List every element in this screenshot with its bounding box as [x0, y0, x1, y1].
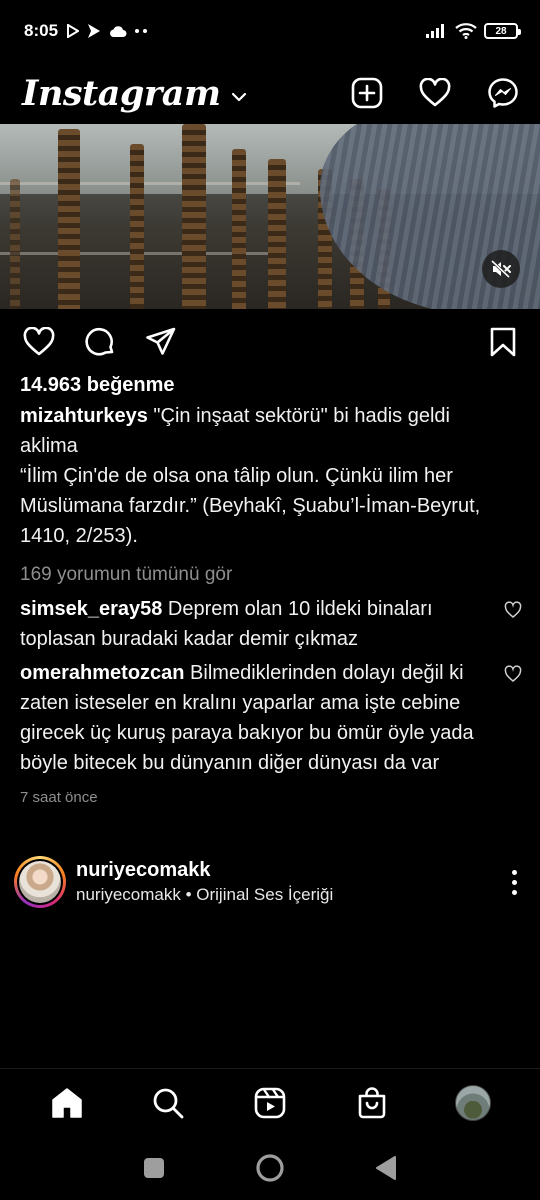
shop-icon [358, 1086, 385, 1118]
home-system-button[interactable] [250, 1148, 290, 1188]
share-icon [146, 327, 176, 355]
post-timestamp: 7 saat önce [20, 789, 98, 806]
view-all-comments-link[interactable]: 169 yorumun tümünü gör [20, 560, 510, 590]
comment-username[interactable]: omerahmetozcan [20, 662, 185, 684]
share-button[interactable] [144, 325, 178, 359]
status-time: 8:05 [24, 21, 59, 40]
caption-username[interactable]: mizahturkeys [20, 405, 148, 427]
comment-icon [85, 327, 114, 356]
heart-outline-icon [23, 327, 55, 356]
next-post-audio[interactable]: nuriyecomakk • Orijinal Ses İçeriği [76, 883, 333, 907]
home-icon [52, 1087, 82, 1118]
comment-username[interactable]: simsek_eray58 [20, 598, 162, 620]
battery-icon: 28 [484, 23, 521, 39]
nav-profile[interactable] [451, 1081, 495, 1125]
comment-like-icon[interactable] [504, 601, 522, 619]
search-icon [153, 1088, 184, 1118]
cloud-icon [110, 25, 127, 37]
video-rebar [232, 149, 246, 309]
more-options-button[interactable] [502, 864, 526, 900]
comment: omerahmetozcan Bilmediklerinden dolayı d… [20, 658, 522, 778]
video-rebar [182, 124, 206, 309]
more-dot [511, 879, 517, 885]
back-button[interactable] [366, 1148, 406, 1188]
nav-search[interactable] [146, 1081, 190, 1125]
profile-avatar [455, 1084, 492, 1121]
messenger-icon [488, 78, 518, 108]
status-right-icons: 28 [426, 23, 521, 39]
post-caption: mizahturkeys "Çin inşaat sektörü" bi had… [20, 401, 510, 551]
next-post-username[interactable]: nuriyecomakk [76, 857, 333, 883]
comment-button[interactable] [83, 325, 117, 359]
like-button[interactable] [22, 325, 56, 359]
muted-speaker-icon [491, 260, 511, 278]
header-actions [350, 76, 520, 110]
new-post-icon [351, 77, 383, 109]
bookmark-icon [490, 327, 516, 357]
story-avatar[interactable] [14, 856, 66, 908]
avatar [19, 861, 61, 903]
play-icon [67, 24, 80, 38]
video-rebar [130, 144, 144, 309]
video-rebar [58, 129, 80, 309]
more-dot [511, 889, 517, 895]
post-details: 14.963 beğenme mizahturkeys "Çin inşaat … [20, 370, 522, 808]
likes-count[interactable]: 14.963 beğenme [20, 370, 510, 400]
messenger-button[interactable] [486, 76, 520, 110]
system-nav [0, 1136, 540, 1200]
more-dots-icon [135, 29, 148, 33]
activity-button[interactable] [418, 76, 452, 110]
recents-icon [144, 1158, 164, 1178]
next-post-header: nuriyecomakk nuriyecomakk • Orijinal Ses… [14, 854, 526, 910]
status-left-icons [67, 23, 148, 39]
instagram-logo[interactable]: Instagram [22, 73, 221, 114]
new-post-button[interactable] [350, 76, 384, 110]
reels-icon [254, 1087, 286, 1118]
home-circle-icon [256, 1154, 284, 1182]
bottom-nav [0, 1068, 540, 1136]
back-icon [376, 1156, 396, 1180]
video-rebar [10, 179, 20, 309]
wifi-icon [455, 23, 477, 39]
more-dot [511, 869, 517, 875]
nav-shop[interactable] [350, 1081, 394, 1125]
nav-reels[interactable] [248, 1081, 292, 1125]
nav-home[interactable] [45, 1081, 89, 1125]
app-icon [88, 24, 101, 38]
post-actions [0, 321, 540, 363]
heart-icon [419, 78, 451, 107]
comment-like-icon[interactable] [504, 665, 522, 683]
comment: simsek_eray58 Deprem olan 10 ildeki bina… [20, 594, 522, 654]
signal-icon [426, 24, 444, 38]
video-rebar [268, 159, 286, 309]
post-video[interactable] [0, 124, 540, 309]
save-button[interactable] [486, 325, 520, 359]
recents-button[interactable] [134, 1148, 174, 1188]
next-post-info: nuriyecomakk nuriyecomakk • Orijinal Ses… [76, 857, 333, 907]
chevron-down-icon[interactable] [231, 92, 247, 102]
mute-button[interactable] [482, 250, 520, 288]
app-header: Instagram [0, 62, 540, 124]
status-bar: 8:05 28 [0, 0, 540, 62]
avatar-border [17, 859, 63, 905]
video-wire [0, 182, 300, 185]
